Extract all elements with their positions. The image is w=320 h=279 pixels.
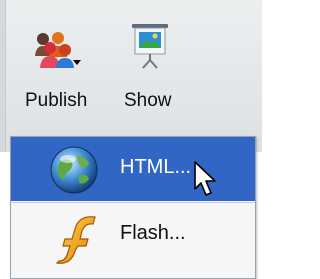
publish-people-icon xyxy=(34,30,82,75)
menu-item-flash-label: Flash... xyxy=(120,222,186,244)
mouse-cursor-icon xyxy=(194,161,218,202)
menu-item-flash[interactable]: Flash... xyxy=(11,203,255,267)
publish-dropdown-menu: HTML... Flash... xyxy=(10,136,256,279)
globe-icon xyxy=(49,145,99,200)
slideshow-screen-icon xyxy=(130,22,170,75)
show-label: Show xyxy=(124,90,172,111)
toolbar-left-edge xyxy=(0,0,6,152)
publish-button[interactable]: Publish xyxy=(18,0,98,120)
ribbon-toolbar: Publish Show xyxy=(0,0,262,152)
publish-label: Publish xyxy=(25,90,88,111)
flash-icon xyxy=(55,213,101,270)
show-button[interactable]: Show xyxy=(118,0,188,120)
menu-item-html-label: HTML... xyxy=(120,156,192,178)
menu-item-html[interactable]: HTML... xyxy=(11,137,255,201)
